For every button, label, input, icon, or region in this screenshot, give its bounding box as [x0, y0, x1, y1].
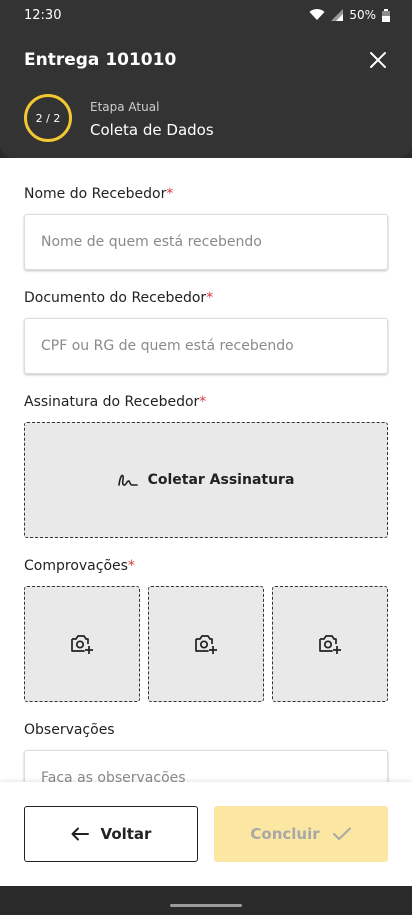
observations-label-text: Observações: [24, 722, 115, 738]
receiver-name-label-text: Nome do Recebedor: [24, 186, 167, 202]
app-header: Entrega 101010 2 / 2 Etapa Atual Coleta …: [0, 32, 412, 158]
receiver-document-label-text: Documento do Recebedor: [24, 290, 207, 306]
finish-button-label: Concluir: [250, 825, 320, 843]
action-footer: Voltar Concluir: [0, 782, 412, 886]
evidence-label: Comprovações*: [24, 558, 135, 574]
back-button[interactable]: Voltar: [24, 806, 198, 862]
back-button-label: Voltar: [100, 825, 152, 843]
battery-icon: [382, 8, 390, 22]
close-icon: [370, 52, 386, 68]
status-bar: 12:30 50%: [0, 0, 412, 32]
receiver-document-input[interactable]: [24, 318, 388, 374]
observations-label: Observações: [24, 722, 115, 738]
status-icons: 50%: [309, 8, 390, 22]
battery-percent: 50%: [349, 8, 376, 22]
check-icon: [332, 827, 351, 840]
signature-icon: [117, 474, 138, 486]
required-mark: *: [206, 290, 214, 306]
observations-input[interactable]: [24, 750, 388, 782]
arrow-left-icon: [71, 827, 89, 841]
step-progress-text: 2 / 2: [35, 111, 61, 125]
add-photo-button-2[interactable]: [148, 586, 264, 702]
signal-icon: [331, 9, 344, 21]
required-mark: *: [199, 394, 207, 410]
add-photo-icon: [71, 635, 93, 654]
collect-signature-button[interactable]: Coletar Assinatura: [24, 422, 388, 538]
form-content[interactable]: Nome do Recebedor* Documento do Recebedo…: [0, 158, 412, 782]
add-photo-icon: [319, 635, 341, 654]
add-photo-button-1[interactable]: [24, 586, 140, 702]
add-photo-icon: [195, 635, 217, 654]
wifi-icon: [309, 9, 325, 20]
required-mark: *: [127, 558, 135, 574]
system-nav-bar: [0, 886, 412, 915]
required-mark: *: [166, 186, 174, 202]
step-progress-ring: 2 / 2: [24, 94, 72, 142]
collect-signature-label: Coletar Assinatura: [147, 472, 295, 488]
finish-button[interactable]: Concluir: [214, 806, 388, 862]
status-time: 12:30: [24, 8, 62, 23]
step-label: Etapa Atual: [90, 100, 160, 114]
receiver-name-input[interactable]: [24, 214, 388, 270]
receiver-signature-label-text: Assinatura do Recebedor: [24, 394, 200, 410]
home-indicator[interactable]: [170, 904, 242, 907]
evidence-label-text: Comprovações: [24, 558, 128, 574]
receiver-document-label: Documento do Recebedor*: [24, 290, 213, 306]
receiver-name-label: Nome do Recebedor*: [24, 186, 173, 202]
close-button[interactable]: [368, 50, 388, 70]
page-title: Entrega 101010: [24, 50, 177, 70]
add-photo-button-3[interactable]: [272, 586, 388, 702]
receiver-signature-label: Assinatura do Recebedor*: [24, 394, 206, 410]
step-value: Coleta de Dados: [90, 121, 214, 139]
